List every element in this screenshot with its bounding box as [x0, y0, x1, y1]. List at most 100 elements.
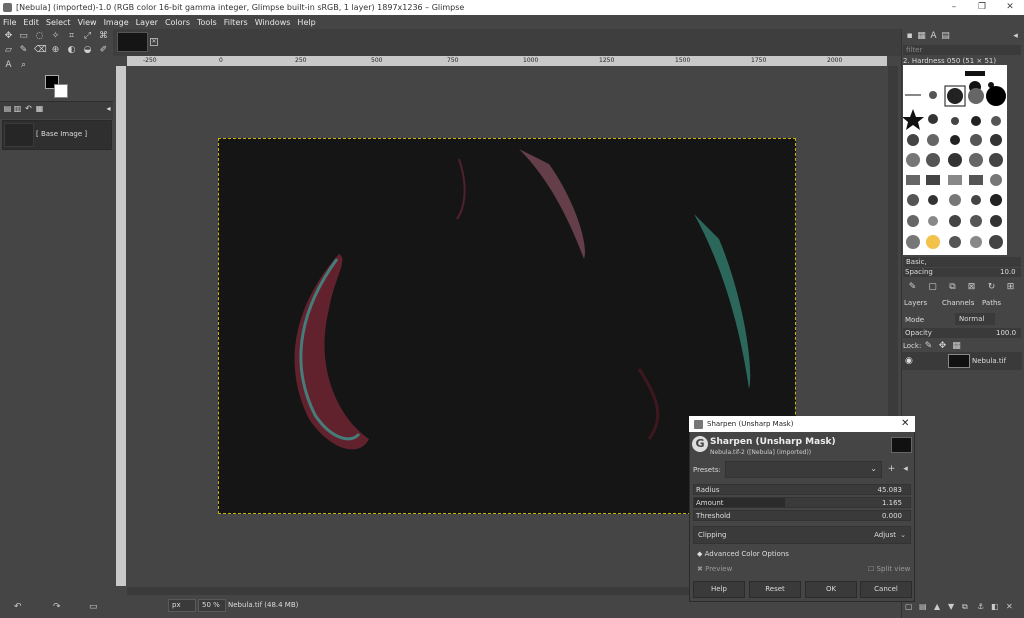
menu-view[interactable]: View [78, 18, 97, 27]
duplicate-layer-icon[interactable]: ⧉ [962, 602, 968, 612]
fonts-tab-icon[interactable]: A [928, 31, 939, 42]
menu-image[interactable]: Image [104, 18, 129, 27]
menu-layer[interactable]: Layer [136, 18, 158, 27]
clone-tool-icon[interactable]: ⊕ [50, 45, 61, 56]
close-tab-icon[interactable]: ✕ [150, 38, 158, 46]
panel-menu-icon[interactable]: ◂ [104, 104, 113, 113]
warp-tool-icon[interactable]: ⌘ [98, 31, 109, 42]
tab-layers[interactable]: Layers [904, 298, 927, 308]
anchor-layer-icon[interactable]: ⚓ [977, 602, 984, 611]
presets-combo[interactable]: ⌄ [725, 461, 882, 478]
layer-visibility-eye-icon[interactable]: ◉ [905, 356, 913, 366]
open-brush-icon[interactable]: ⊞ [1005, 282, 1016, 293]
lasso-tool-icon[interactable]: ◌ [34, 31, 45, 42]
zoom-select[interactable]: 50 % [198, 599, 226, 612]
duplicate-brush-icon[interactable]: ⧉ [947, 282, 958, 293]
mask-layer-icon[interactable]: ◧ [991, 602, 999, 611]
menu-tools[interactable]: Tools [197, 18, 217, 27]
threshold-slider[interactable]: Threshold 0.000 [693, 510, 911, 521]
path-tool-icon[interactable]: ✐ [98, 45, 109, 56]
menu-colors[interactable]: Colors [165, 18, 190, 27]
undo-history-tab-icon[interactable]: ↶ [24, 104, 33, 113]
help-button[interactable]: Help [693, 581, 745, 598]
ok-button[interactable]: OK [805, 581, 857, 598]
advanced-color-options-label: Advanced Color Options [704, 550, 789, 558]
new-layer-group-icon[interactable]: ▤ [919, 602, 927, 611]
clipping-select[interactable]: Clipping Adjust ⌄ [693, 526, 911, 544]
raise-layer-icon[interactable]: ▲ [934, 602, 940, 611]
crop-tool-icon[interactable]: ⌗ [66, 31, 77, 42]
transform-tool-icon[interactable]: ⤢ [82, 31, 93, 42]
lock-pixels-icon[interactable]: ✎ [923, 341, 934, 352]
radius-value[interactable]: 45.083 [878, 485, 903, 495]
brush-set-select[interactable]: Basic, [903, 257, 1021, 267]
menu-file[interactable]: File [3, 18, 16, 27]
clipping-value: Adjust [874, 531, 896, 539]
unit-select[interactable]: px [168, 599, 196, 612]
add-preset-icon[interactable]: + [886, 464, 897, 475]
image-tab-thumbnail[interactable] [117, 32, 148, 52]
delete-brush-icon[interactable]: ⊠ [966, 282, 977, 293]
layer-mode-label: Mode [905, 316, 925, 324]
patterns-tab-icon[interactable]: ▦ [916, 31, 927, 42]
fuzzy-select-tool-icon[interactable]: ✧ [50, 31, 61, 42]
paintbrush-tool-icon[interactable]: ✎ [18, 45, 29, 56]
eraser-tool-icon[interactable]: ⌫ [34, 45, 47, 56]
amount-slider[interactable]: Amount 1.165 [693, 497, 911, 508]
preset-menu-icon[interactable]: ◂ [900, 464, 911, 475]
threshold-value[interactable]: 0.000 [882, 511, 902, 521]
smudge-tool-icon[interactable]: ◐ [66, 45, 77, 56]
menu-select[interactable]: Select [46, 18, 71, 27]
refresh-brushes-icon[interactable]: ↻ [986, 282, 997, 293]
menu-windows[interactable]: Windows [255, 18, 291, 27]
new-layer-icon[interactable]: ▢ [905, 602, 913, 611]
tab-paths[interactable]: Paths [982, 298, 1001, 308]
status-info: Nebula.tif (48.4 MB) [228, 601, 299, 609]
undo-icon[interactable]: ↶ [14, 602, 22, 612]
zoom-tool-icon[interactable]: ⌕ [18, 60, 29, 71]
images-tab-icon[interactable]: ▦ [35, 104, 44, 113]
cancel-button[interactable]: Cancel [860, 581, 912, 598]
tab-channels[interactable]: Channels [942, 298, 974, 308]
current-brush-name: 2. Hardness 050 (51 × 51) [903, 57, 997, 65]
document-history-tab-icon[interactable]: ▤ [940, 31, 951, 42]
brushes-tab-icon[interactable]: ▪ [904, 31, 915, 42]
ruler-tick: -250 [143, 57, 157, 64]
amount-value[interactable]: 1.165 [882, 498, 902, 508]
radius-slider[interactable]: Radius 45.083 [693, 484, 911, 495]
preview-checkbox[interactable]: ✖ Preview [697, 565, 732, 573]
split-view-checkbox[interactable]: ☐ Split view [868, 565, 910, 573]
dodge-tool-icon[interactable]: ◒ [82, 45, 93, 56]
lock-position-icon[interactable]: ✥ [937, 341, 948, 352]
new-brush-icon[interactable]: ▢ [927, 282, 938, 293]
menu-filters[interactable]: Filters [224, 18, 248, 27]
lower-layer-icon[interactable]: ▼ [948, 602, 954, 611]
dialog-subtitle: Nebula.tif-2 ([Nebula] (imported)) [710, 449, 812, 456]
rect-select-tool-icon[interactable]: ▭ [18, 31, 29, 42]
menu-edit[interactable]: Edit [23, 18, 39, 27]
advanced-color-options-expander[interactable]: ◆ Advanced Color Options [697, 550, 789, 558]
brush-filter-input[interactable]: filter [903, 45, 1021, 55]
minimize-button[interactable]: – [940, 0, 968, 15]
menu-help[interactable]: Help [297, 18, 315, 27]
delete-layer-icon[interactable]: ✕ [1006, 602, 1013, 611]
device-status-tab-icon[interactable]: ▥ [13, 104, 22, 113]
dock-menu-icon[interactable]: ◂ [1010, 31, 1021, 42]
close-button[interactable]: ✕ [996, 0, 1024, 15]
tool-options-tab-icon[interactable]: ▤ [3, 104, 12, 113]
layer-mode-select[interactable]: Normal [955, 313, 995, 325]
dialog-close-icon[interactable]: ✕ [901, 418, 909, 429]
ruler-tick: 250 [295, 57, 307, 64]
redo-icon[interactable]: ↷ [53, 602, 61, 612]
perspective-tool-icon[interactable]: ▱ [3, 45, 14, 56]
text-tool-icon[interactable]: A [3, 60, 14, 71]
lock-alpha-icon[interactable]: ▦ [951, 341, 962, 352]
brush-grid[interactable] [902, 65, 1007, 255]
reset-button[interactable]: Reset [749, 581, 801, 598]
image-tabs-bar [113, 29, 901, 56]
save-icon[interactable]: ▭ [89, 602, 98, 612]
move-tool-icon[interactable]: ✥ [3, 31, 14, 42]
edit-brush-icon[interactable]: ✎ [907, 282, 918, 293]
background-color-swatch[interactable] [54, 84, 68, 98]
maximize-button[interactable]: ❐ [968, 0, 996, 15]
